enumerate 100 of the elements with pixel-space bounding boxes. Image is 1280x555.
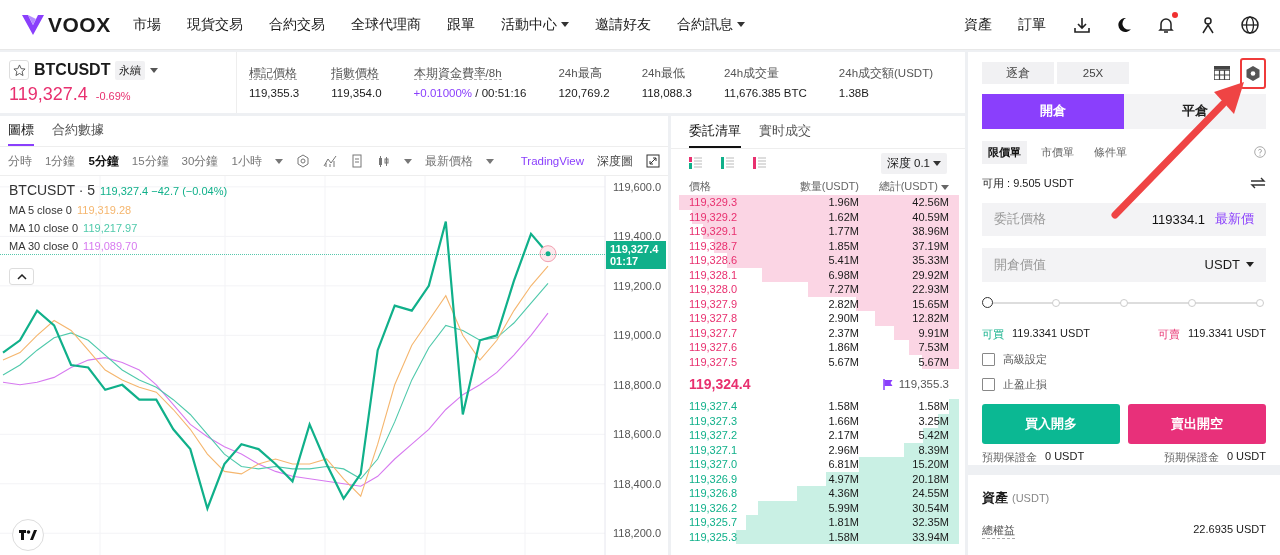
total-cell-text: 40.59M xyxy=(911,210,949,223)
fullscreen-icon[interactable] xyxy=(646,154,660,168)
position-side-tab[interactable]: 平倉 xyxy=(1124,94,1266,129)
margin-value: 0 USDT xyxy=(1226,450,1266,464)
amount-cell-text: 5.41M xyxy=(827,254,859,267)
slider-thumb[interactable] xyxy=(982,296,993,308)
price-tag-value: 119,327.4 xyxy=(610,242,660,255)
symbol-name: BTCUSDT xyxy=(34,61,111,79)
sell-short-button[interactable]: 賣出開空 xyxy=(1128,404,1266,444)
price-cell[interactable]: 119,327.7 xyxy=(689,326,769,339)
settings-icon[interactable] xyxy=(1246,65,1260,81)
book-layout-icon[interactable] xyxy=(689,157,703,169)
amount-cell-text: 7.27M xyxy=(827,283,859,296)
checkbox[interactable] xyxy=(982,353,995,366)
nav-link[interactable]: 全球代理商 xyxy=(350,15,421,34)
price-cell[interactable]: 119,327.8 xyxy=(689,312,769,325)
interval-option[interactable]: 15分鐘 xyxy=(131,153,169,169)
amount-cell-text: 1.62M xyxy=(827,210,859,223)
order-price-input[interactable]: 119334.1 xyxy=(1056,211,1205,227)
depth-dropdown[interactable]: 深度 0.1 xyxy=(880,152,947,174)
indicator-label: MA 30 close 0 xyxy=(9,240,79,252)
slider-step[interactable] xyxy=(1188,298,1196,307)
order-book-tab[interactable]: 委託清單 xyxy=(689,116,741,148)
interval-option[interactable]: 分時 xyxy=(8,153,32,169)
price-cell[interactable]: 119,328.0 xyxy=(689,283,769,296)
interval-option[interactable]: 30分鐘 xyxy=(181,153,219,169)
nav-link[interactable]: 合約訊息 xyxy=(676,15,745,34)
settings-icon[interactable] xyxy=(295,154,310,168)
axis-label: 119,000.0 xyxy=(613,329,662,342)
assets-title: 資產 xyxy=(982,489,1008,507)
chart-tab[interactable]: 圖標 xyxy=(8,116,34,146)
indicator-icon[interactable] xyxy=(322,154,337,168)
favorite-star-button[interactable] xyxy=(9,60,29,80)
slider-track[interactable] xyxy=(982,295,1266,309)
stat-value: 119,355.3 xyxy=(248,87,300,99)
price-cell[interactable]: 119,328.6 xyxy=(689,254,769,267)
price-cell[interactable]: 119,327.9 xyxy=(689,297,769,310)
indicator-label: MA 10 close 0 xyxy=(9,222,79,234)
nav-link[interactable]: 跟單 xyxy=(446,15,475,34)
chevron-up-icon xyxy=(16,273,27,280)
available-balance: 可用 : 9.505 USDT xyxy=(982,175,1074,191)
amount-cell-text: 2.96M xyxy=(827,443,859,456)
column-header[interactable]: 總計(USDT) xyxy=(859,178,949,194)
globe-icon[interactable] xyxy=(1240,14,1260,35)
candlestick-icon[interactable] xyxy=(376,154,391,168)
latest-price-link[interactable]: 最新價 xyxy=(1215,210,1254,229)
order-type-tab[interactable]: 市價單 xyxy=(1035,140,1080,164)
caret-icon xyxy=(150,67,159,73)
price-cell[interactable]: 119,328.1 xyxy=(689,268,769,281)
field-label: 開倉價值 xyxy=(994,255,1046,274)
position-side-tab[interactable]: 開倉 xyxy=(982,94,1124,129)
asks-layout-icon[interactable] xyxy=(753,157,767,169)
stat-label: 24h最低 xyxy=(641,67,685,79)
order-book-tab[interactable]: 實时成交 xyxy=(759,116,811,148)
margin-mode-button[interactable]: 逐倉 xyxy=(982,62,1054,84)
chart-tab[interactable]: 合約數據 xyxy=(52,116,104,146)
slider-step[interactable] xyxy=(1052,298,1060,307)
price-cell[interactable]: 119,327.6 xyxy=(689,341,769,354)
slider-step[interactable] xyxy=(1120,298,1128,307)
total-cell-text: 29.92M xyxy=(911,268,949,281)
chart-view-option[interactable]: TradingView xyxy=(520,155,584,167)
margin-label: 預期保證金 xyxy=(982,450,1037,465)
nav-link[interactable]: 市場 xyxy=(132,15,161,34)
order-type-tab[interactable]: 限價單 xyxy=(982,140,1027,164)
calculator-icon[interactable] xyxy=(1214,66,1230,80)
chart-view-option[interactable]: 深度圖 xyxy=(597,153,633,169)
order-type-tab[interactable]: 條件單 xyxy=(1088,140,1133,164)
nav-link[interactable]: 訂單 xyxy=(1018,15,1046,34)
margin-value: 0 USDT xyxy=(1045,450,1085,464)
price-cell[interactable]: 119,327.5 xyxy=(689,355,769,368)
unit-dropdown[interactable]: USDT xyxy=(1204,257,1254,273)
interval-option[interactable]: 1分鐘 xyxy=(45,153,76,169)
amount-cell-text: 4.36M xyxy=(827,487,859,500)
total-cell-text: 33.94M xyxy=(911,530,949,543)
checkbox-label: 高級設定 xyxy=(1003,352,1047,367)
interval-option[interactable]: 5分鐘 xyxy=(88,153,119,169)
stat-value: 119,354.0 xyxy=(331,87,382,99)
nav-link[interactable]: 活動中心 xyxy=(500,15,569,34)
interval-option[interactable]: 1小時 xyxy=(231,153,262,169)
price-cell[interactable]: 119,328.7 xyxy=(689,239,769,252)
collapse-button[interactable] xyxy=(9,268,34,285)
nav-link[interactable]: 邀請好友 xyxy=(594,15,651,34)
total-cell-text: 32.35M xyxy=(911,516,949,529)
nav-link[interactable]: 資產 xyxy=(964,15,992,34)
caret-icon xyxy=(485,158,494,164)
indicator-value: 119,319.28 xyxy=(77,204,132,216)
total-cell-text: 35.33M xyxy=(911,254,949,267)
nav-link[interactable]: 合約交易 xyxy=(268,15,325,34)
contract-type-tag: 永續 xyxy=(115,60,146,80)
price-source-dropdown[interactable]: 最新價格 xyxy=(424,153,473,169)
bids-layout-icon[interactable] xyxy=(721,157,735,169)
last-price: 119,324.4 xyxy=(689,376,751,392)
logo-icon[interactable] xyxy=(12,519,44,551)
leverage-button[interactable]: 25X xyxy=(1057,62,1129,84)
brand-name[interactable]: VOOX xyxy=(48,12,111,37)
transfer-icon[interactable] xyxy=(1250,177,1266,189)
slider-step[interactable] xyxy=(1256,298,1264,307)
checkbox[interactable] xyxy=(982,378,995,391)
can-sell-amount: 119.3341 USDT xyxy=(1187,327,1266,341)
nav-link[interactable]: 現貨交易 xyxy=(186,15,243,34)
